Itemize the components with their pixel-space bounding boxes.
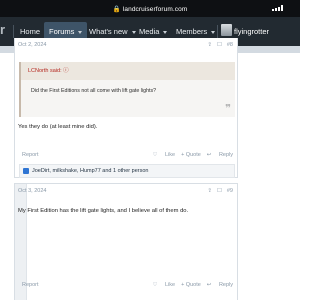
post-number[interactable]: #8 <box>227 42 233 48</box>
quote-author[interactable]: LCNorth said: ⓘ <box>21 62 235 80</box>
share-icon[interactable]: ⇪ <box>207 188 212 194</box>
bookmark-icon[interactable]: ☐ <box>217 188 222 194</box>
like-button[interactable]: ♡ Like <box>153 152 176 158</box>
post-8: Oct 2, 2024 ⇪ ☐ #8 LCNorth said: ⓘ Did the… <box>14 38 238 178</box>
address-bar[interactable]: 🔒 landcruiserforum.com <box>0 5 300 13</box>
url-text: landcruiserforum.com <box>122 6 188 13</box>
quote-author-text: LCNorth said: <box>28 68 62 74</box>
bookmark-icon[interactable]: ☐ <box>217 42 222 48</box>
post-9: Oct 3, 2024 ⇪ ☐ #9 My First Edition has th… <box>14 183 238 300</box>
report-link[interactable]: Report <box>22 282 39 288</box>
arrow-up-circle-icon[interactable]: ⓘ <box>63 68 69 74</box>
nav-divider <box>217 25 218 38</box>
lock-icon: 🔒 <box>112 6 121 13</box>
nav-item-label: What's new <box>89 27 128 36</box>
post-body: Yes they do (at least mine did). <box>18 124 98 130</box>
post-action-buttons: ♡ Like + Quote ↩ Reply <box>147 282 234 288</box>
post-date[interactable]: Oct 3, 2024 <box>18 188 46 194</box>
reply-label: Reply <box>218 152 233 158</box>
avatar[interactable] <box>221 24 232 36</box>
reply-button[interactable]: ↩ Reply <box>207 152 233 158</box>
like-reaction-icon <box>23 167 29 174</box>
reactions-text: JoeDirt, milkshake, Hump77 and 1 other p… <box>32 168 149 174</box>
like-button[interactable]: ♡ Like <box>153 282 176 288</box>
post-body: My First Edition has the lift gate light… <box>18 208 189 214</box>
quote-block: LCNorth said: ⓘ Did the First Editions n… <box>19 62 235 117</box>
post-action-buttons: ♡ Like + Quote ↩ Reply <box>147 152 234 158</box>
chevron-down-icon[interactable] <box>78 30 83 34</box>
nav-item-label: Members <box>176 27 208 36</box>
username-link[interactable]: flyingrotter <box>234 22 269 41</box>
quote-mark-icon: ❞ <box>225 102 231 115</box>
like-label: Like <box>164 282 176 288</box>
post-toolbar: ⇪ ☐ #9 <box>202 188 233 194</box>
chevron-down-icon[interactable] <box>163 30 168 34</box>
nav-item-label: Forums <box>49 27 75 36</box>
browser-status-bar: 🔒 landcruiserforum.com <box>0 0 300 17</box>
quote-text: Did the First Editions not all come with… <box>31 88 157 94</box>
signal-icon <box>272 5 290 11</box>
chevron-down-icon[interactable] <box>211 30 216 34</box>
share-icon[interactable]: ⇪ <box>207 42 212 48</box>
nav-divider <box>13 25 14 38</box>
like-label: Like <box>164 152 176 158</box>
post-number[interactable]: #9 <box>227 188 233 194</box>
post-date[interactable]: Oct 2, 2024 <box>18 42 46 48</box>
report-link[interactable]: Report <box>22 152 39 158</box>
post-toolbar: ⇪ ☐ #8 <box>202 42 233 48</box>
nav-item-label: Media <box>139 27 160 36</box>
reply-label: Reply <box>218 282 233 288</box>
site-logo[interactable]: r <box>0 22 10 38</box>
reactions-bar[interactable]: JoeDirt, milkshake, Hump77 and 1 other p… <box>19 164 235 178</box>
reply-button[interactable]: ↩ Reply <box>207 282 233 288</box>
quote-button[interactable]: + Quote <box>181 282 201 288</box>
quote-button[interactable]: + Quote <box>181 152 201 158</box>
